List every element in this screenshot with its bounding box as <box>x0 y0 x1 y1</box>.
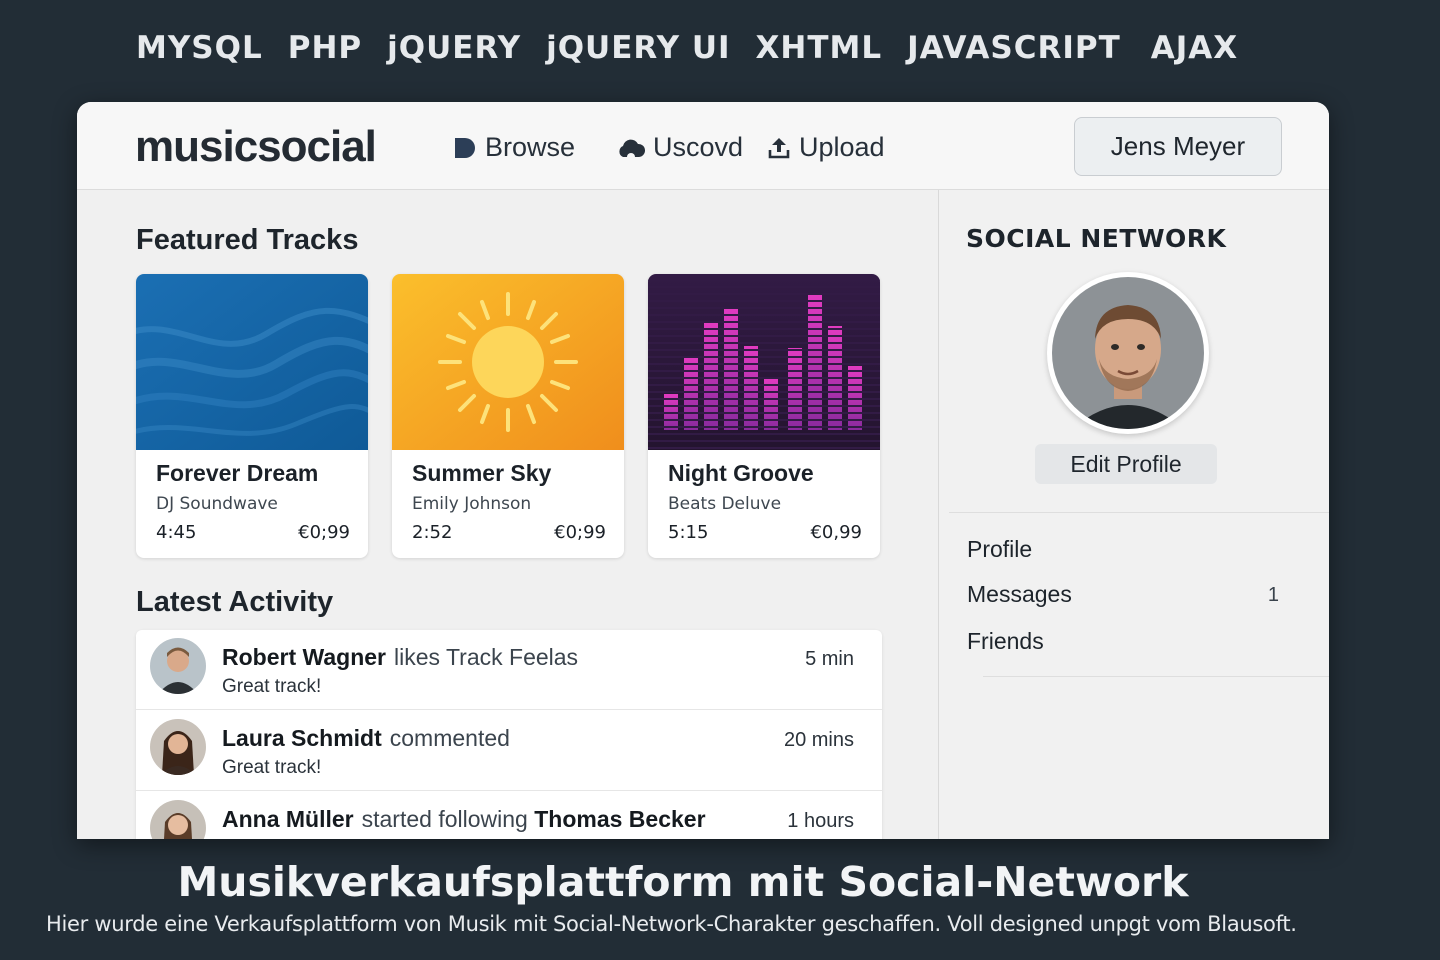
tech-label: AJAX <box>1150 30 1239 66</box>
activity-user[interactable]: Laura Schmidt <box>222 725 382 751</box>
caption-title: Musikverkaufsplattform mit Social-Networ… <box>177 858 1189 906</box>
upload-icon <box>767 136 791 160</box>
album-art-waves <box>136 274 368 450</box>
track-card[interactable]: Summer Sky Emily Johnson 2:52 €0;99 <box>392 274 624 558</box>
activity-time: 5 min <box>805 648 854 670</box>
album-art-equalizer <box>648 274 880 450</box>
cloud-icon <box>617 137 645 159</box>
divider <box>983 676 1329 677</box>
edit-profile-button[interactable]: Edit Profile <box>1035 444 1217 484</box>
sidebar-item-messages[interactable]: Messages <box>967 581 1072 608</box>
activity-user[interactable]: Robert Wagner <box>222 644 386 670</box>
app-window: musicsocial Browse Uscovd Upload Jens Me… <box>77 102 1329 839</box>
sidebar-item-friends[interactable]: Friends <box>967 628 1044 655</box>
user-account-button[interactable]: Jens Meyer <box>1074 117 1282 176</box>
activity-item[interactable]: Anna Müller started following Thomas Beck… <box>136 792 882 839</box>
track-artist: Beats Deluve <box>668 494 782 514</box>
caption-subtitle: Hier wurde eine Verkaufsplattform von Mu… <box>46 912 1297 936</box>
nav-discover-label: Uscovd <box>653 132 742 162</box>
latest-activity-heading: Latest Activity <box>136 586 334 618</box>
avatar[interactable] <box>150 638 206 694</box>
app-logo[interactable]: musicsocial <box>135 122 377 172</box>
activity-action: started following <box>361 806 528 832</box>
tech-label: JAVASCRIPT <box>907 30 1121 66</box>
tech-stack-bar: MYSQL PHP jQUERY jQUERY UI XHTML JAVASCR… <box>136 30 1263 66</box>
activity-user[interactable]: Anna Müller <box>222 806 354 832</box>
avatar[interactable] <box>150 719 206 775</box>
activity-feed: Robert Wagner likes Track Feelas Great tr… <box>136 630 882 839</box>
track-duration: 4:45 <box>156 522 197 543</box>
featured-tracks-list: Forever Dream DJ Soundwave 4:45 €0;99 Su… <box>136 274 880 558</box>
activity-time: 20 mins <box>783 729 854 751</box>
track-artist: DJ Soundwave <box>156 494 278 514</box>
track-title: Summer Sky <box>412 460 552 486</box>
track-artist: Emily Johnson <box>412 494 532 514</box>
activity-target-user[interactable]: Thomas Becker <box>534 806 705 832</box>
track-card[interactable]: Forever Dream DJ Soundwave 4:45 €0;99 <box>136 274 368 558</box>
track-card[interactable]: Night Groove Beats Deluve 5:15 €0,99 <box>648 274 880 558</box>
activity-action: likes Track Feelas <box>394 644 579 670</box>
track-price[interactable]: €0;99 <box>298 522 350 543</box>
messages-count-badge: 1 <box>1267 584 1279 606</box>
sidebar-item-profile[interactable]: Profile <box>967 536 1032 563</box>
track-price[interactable]: €0;99 <box>554 522 606 543</box>
nav-upload-label: Upload <box>799 132 885 162</box>
track-price[interactable]: €0,99 <box>810 522 862 543</box>
activity-item[interactable]: Laura Schmidt commented Great track! 20 m… <box>136 711 882 791</box>
tech-label: XHTML <box>755 30 883 66</box>
album-art-sun <box>392 274 624 450</box>
tech-label: jQUERY <box>387 30 522 66</box>
activity-comment: Great track! <box>222 676 322 697</box>
activity-item[interactable]: Robert Wagner likes Track Feelas Great tr… <box>136 630 882 710</box>
track-title: Night Groove <box>668 460 814 486</box>
tech-label: PHP <box>287 30 363 66</box>
tech-label: jQUERY UI <box>546 30 731 66</box>
profile-avatar[interactable] <box>1047 272 1209 434</box>
featured-tracks-heading: Featured Tracks <box>136 224 359 256</box>
nav-browse[interactable]: Browse <box>453 132 575 163</box>
divider <box>949 512 1329 513</box>
tech-label: MYSQL <box>136 30 263 66</box>
play-icon <box>453 136 477 160</box>
track-duration: 2:52 <box>412 522 453 543</box>
track-title: Forever Dream <box>156 460 319 486</box>
activity-text: Robert Wagner likes Track Feelas <box>222 644 578 671</box>
activity-text: Laura Schmidt commented <box>222 725 510 752</box>
activity-comment: Great track! <box>222 757 322 778</box>
nav-discover[interactable]: Uscovd <box>617 132 742 163</box>
nav-upload[interactable]: Upload <box>767 132 885 163</box>
activity-action: commented <box>389 725 510 751</box>
social-network-sidebar: SOCIAL NETWORK Edit Profile Profile Mess… <box>938 190 1329 839</box>
activity-time: 1 hours <box>787 810 854 832</box>
nav-browse-label: Browse <box>485 132 576 162</box>
activity-text: Anna Müller started following Thomas Beck… <box>222 806 706 833</box>
track-duration: 5:15 <box>668 522 709 543</box>
social-network-heading: SOCIAL NETWORK <box>966 224 1227 253</box>
avatar[interactable] <box>150 800 206 839</box>
top-navigation-bar: musicsocial Browse Uscovd Upload Jens Me… <box>77 102 1329 190</box>
